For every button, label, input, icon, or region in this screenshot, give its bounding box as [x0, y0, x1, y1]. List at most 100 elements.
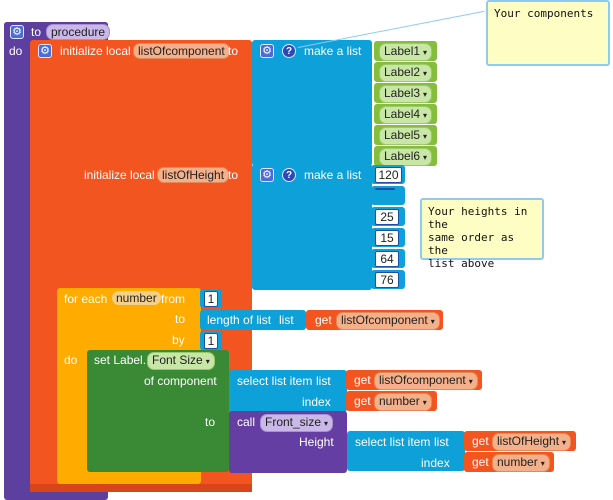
- component-dropdown-label1[interactable]: Label1 ▾: [379, 43, 433, 61]
- number-field[interactable]: 64: [375, 251, 399, 267]
- component-dropdown-label4[interactable]: Label4 ▾: [379, 106, 433, 124]
- get-var-name: listOfHeight: [497, 434, 560, 448]
- by-number-field[interactable]: 1: [204, 333, 218, 349]
- get-block-listofcomponent-1[interactable]: get listOfcomponent ▾: [306, 310, 443, 330]
- get-label: get: [315, 313, 332, 327]
- initialize-local-label-2: initialize local: [84, 168, 155, 182]
- get-var-dropdown[interactable]: listOfcomponent ▾: [374, 372, 478, 390]
- component-name: Label1: [384, 44, 421, 58]
- set-label-label: set Label.: [94, 353, 147, 367]
- number-block-5[interactable]: 64: [371, 249, 405, 268]
- call-procedure-name: Front_size: [265, 415, 322, 429]
- component-dropdown-label5[interactable]: Label5 ▾: [379, 127, 433, 145]
- length-list-label: list: [279, 313, 294, 327]
- make-list-gear-icon-2[interactable]: ⚙: [260, 168, 274, 182]
- for-each-label: for each: [64, 292, 108, 306]
- get-var-name: listOfcomponent: [379, 373, 466, 387]
- chevron-down-icon: ▾: [324, 419, 329, 428]
- length-of-list-label: length of list: [207, 313, 272, 327]
- make-a-list-block-1[interactable]: [252, 40, 372, 166]
- make-a-list-label-1: make a list: [304, 44, 362, 58]
- for-each-to-label: to: [175, 312, 186, 326]
- for-each-do-label: do: [64, 353, 78, 367]
- initialize-to-label-2: to: [228, 168, 239, 182]
- initialize-gear-icon[interactable]: ⚙: [38, 44, 52, 58]
- comment-your-components[interactable]: Your components: [486, 0, 610, 66]
- select-list-item-label-1: select list item: [237, 374, 313, 388]
- for-each-by-label: by: [172, 333, 185, 347]
- get-label: get: [472, 455, 489, 469]
- initialize-local-label-1: initialize local: [60, 44, 131, 58]
- chevron-down-icon: ▾: [423, 69, 428, 78]
- make-list-help-icon-2[interactable]: ?: [282, 168, 296, 182]
- get-label: get: [472, 434, 489, 448]
- component-dropdown-label2[interactable]: Label2 ▾: [379, 64, 433, 82]
- from-number-block[interactable]: 1: [200, 289, 222, 308]
- number-block-1[interactable]: 120: [371, 165, 405, 184]
- number-block-6[interactable]: 76: [371, 270, 405, 289]
- component-dropdown-label6[interactable]: Label6 ▾: [379, 148, 433, 166]
- make-a-list-label-2: make a list: [304, 168, 362, 182]
- component-dropdown-label3[interactable]: Label3 ▾: [379, 85, 433, 103]
- procedure-do-label: do: [9, 44, 23, 58]
- get-label: get: [354, 394, 371, 408]
- component-block-label4[interactable]: Label4 ▾: [374, 104, 437, 124]
- chevron-down-icon: ▾: [423, 90, 428, 99]
- number-block-2[interactable]: [371, 186, 405, 205]
- get-var-name: number: [379, 394, 420, 408]
- get-var-dropdown[interactable]: listOfHeight ▾: [492, 433, 572, 451]
- component-block-label2[interactable]: Label2 ▾: [374, 62, 437, 82]
- comment-your-heights[interactable]: Your heights in the same order as the li…: [420, 198, 544, 270]
- local-var-name-listofheight[interactable]: listOfHeight: [157, 167, 230, 183]
- get-label: get: [354, 373, 371, 387]
- chevron-down-icon: ▾: [205, 357, 210, 366]
- local-var-name-listofcomponent[interactable]: listOfcomponent: [133, 43, 230, 59]
- make-list-help-icon-1[interactable]: ?: [282, 44, 296, 58]
- procedure-name-field[interactable]: procedure: [46, 24, 111, 40]
- get-var-name: number: [497, 455, 538, 469]
- procedure-gear-icon[interactable]: ⚙: [10, 25, 24, 39]
- procedure-to-label: to: [31, 25, 42, 39]
- number-field[interactable]: 15: [375, 230, 399, 246]
- number-block-3[interactable]: 25: [371, 207, 405, 226]
- property-name: Font Size: [152, 353, 203, 367]
- chevron-down-icon: ▾: [423, 111, 428, 120]
- get-var-dropdown[interactable]: listOfcomponent ▾: [336, 312, 440, 330]
- make-a-list-block-2[interactable]: [252, 164, 372, 290]
- number-block-4[interactable]: 15: [371, 228, 405, 247]
- initialize-local-bottom-bar: [30, 484, 252, 492]
- select-list-item-label-2: select list item: [355, 435, 431, 449]
- set-to-label: to: [205, 415, 216, 429]
- for-each-var-number[interactable]: number: [112, 291, 161, 305]
- chevron-down-icon: ▾: [423, 153, 428, 162]
- initialize-to-label-1: to: [228, 44, 239, 58]
- get-var-name: listOfcomponent: [341, 313, 428, 327]
- get-var-dropdown[interactable]: number ▾: [374, 393, 432, 411]
- number-field[interactable]: 25: [375, 209, 399, 225]
- by-number-block[interactable]: 1: [200, 331, 222, 350]
- get-block-listofcomponent-2[interactable]: get listOfcomponent ▾: [346, 370, 482, 390]
- get-block-number-2[interactable]: get number ▾: [464, 452, 554, 472]
- number-field[interactable]: [375, 188, 395, 190]
- select-list-label-2: list: [434, 435, 449, 449]
- get-var-dropdown[interactable]: number ▾: [492, 454, 550, 472]
- make-list-gear-icon-1[interactable]: ⚙: [260, 44, 274, 58]
- get-block-listofheight[interactable]: get listOfHeight ▾: [464, 431, 576, 451]
- call-procedure-dropdown[interactable]: Front_size ▾: [260, 414, 334, 432]
- of-component-label: of component: [144, 374, 217, 388]
- component-block-label5[interactable]: Label5 ▾: [374, 125, 437, 145]
- get-block-number-1[interactable]: get number ▾: [346, 391, 437, 411]
- from-number-field[interactable]: 1: [204, 291, 218, 307]
- for-each-from-label: from: [161, 292, 185, 306]
- select-index-label-1: index: [302, 395, 331, 409]
- chevron-down-icon: ▾: [423, 132, 428, 141]
- height-param-label: Height: [299, 435, 334, 449]
- chevron-down-icon: ▾: [422, 398, 427, 407]
- number-field[interactable]: 120: [375, 167, 402, 183]
- chevron-down-icon: ▾: [540, 459, 545, 468]
- component-block-label1[interactable]: Label1 ▾: [374, 41, 437, 61]
- component-block-label3[interactable]: Label3 ▾: [374, 83, 437, 103]
- number-field[interactable]: 76: [375, 272, 399, 288]
- component-block-label6[interactable]: Label6 ▾: [374, 146, 437, 166]
- property-dropdown-fontsize[interactable]: Font Size ▾: [147, 352, 215, 370]
